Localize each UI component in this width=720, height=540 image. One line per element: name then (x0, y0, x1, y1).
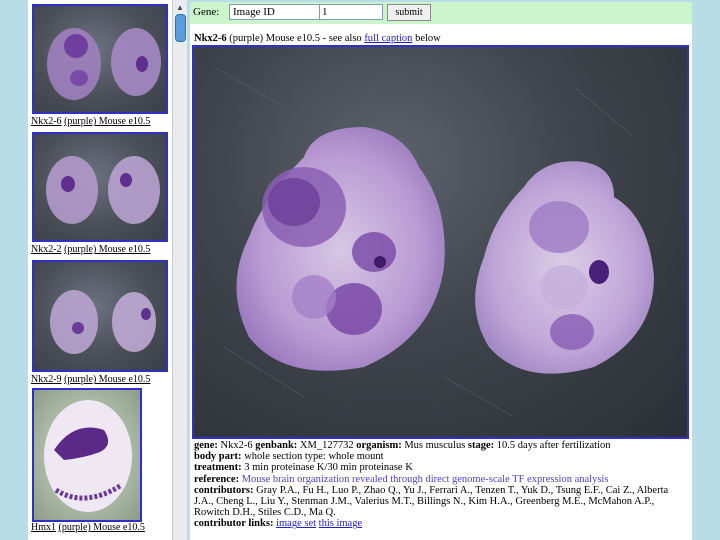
image-title-desc: (purple) Mouse e10.5 - see also (226, 33, 365, 44)
thumbnail-caption[interactable]: Nkx2-6 (purple) Mouse e10.5 (31, 116, 150, 127)
embryo-thumbnail-graphic (46, 156, 160, 224)
image-title-gene: Nkx2-6 (194, 33, 227, 44)
thumbnail-image[interactable] (32, 260, 168, 372)
image-title-after: below (412, 33, 441, 44)
embryo-thumbnail-graphic (44, 400, 132, 512)
image-set-link[interactable]: image set (276, 518, 316, 529)
scrollbar-thumb[interactable] (175, 14, 186, 42)
caption-line-body-part: body part: whole section type: whole mou… (194, 451, 384, 463)
embryo-thumbnail-graphic (47, 28, 161, 100)
caption-line-gene: gene: Nkx2-6 genbank: XM_127732 organism… (194, 440, 611, 451)
thumbnail-gene-link[interactable]: Nkx2-9 (31, 374, 62, 385)
thumbnail-gene-link[interactable]: Hmx1 (31, 522, 56, 533)
query-bar: Gene: Image ID ▼ 1 submit (190, 2, 692, 24)
image-title: Nkx2-6 (purple) Mouse e10.5 - see also f… (194, 33, 441, 44)
embryo-image-graphic (213, 66, 654, 418)
thumbnail-desc: (purple) Mouse e10.5 (64, 374, 151, 385)
thumbnail-image[interactable] (32, 132, 168, 242)
image-caption: gene: Nkx2-6 genbank: XM_127732 organism… (194, 440, 690, 530)
thumbnail-caption[interactable]: Nkx2-2 (purple) Mouse e10.5 (31, 244, 150, 255)
reference-link[interactable]: Mouse brain organization revealed throug… (242, 474, 609, 485)
search-type-value: Image ID (233, 6, 275, 18)
thumbnail-frame: Nkx2-6 (purple) Mouse e10.5 Nkx2-2 (purp… (28, 0, 172, 540)
thumbnail-scrollbar[interactable]: ▲ (172, 0, 187, 540)
right-margin (692, 0, 720, 540)
thumbnail-desc: (purple) Mouse e10.5 (64, 244, 151, 255)
submit-button[interactable]: submit (387, 4, 431, 21)
scroll-up-arrow-icon[interactable]: ▲ (174, 2, 186, 14)
caption-line-treatment: treatment: 3 min proteinase K/30 min pro… (194, 462, 413, 474)
thumbnail-caption[interactable]: Nkx2-9 (purple) Mouse e10.5 (31, 374, 150, 385)
embryo-thumbnail-graphic (50, 290, 156, 354)
thumbnail-gene-link[interactable]: Nkx2-2 (31, 244, 62, 255)
caption-line-reference: reference: Mouse brain organization reve… (194, 473, 609, 485)
caption-line-contributor-links: contributor links: image set this image (194, 518, 363, 530)
this-image-link[interactable]: this image (319, 518, 362, 529)
gene-label: Gene: (193, 6, 220, 18)
full-caption-link[interactable]: full caption (364, 33, 412, 44)
thumbnail-image[interactable] (32, 388, 142, 522)
thumbnail-caption[interactable]: Hmx1 (purple) Mouse e10.5 (31, 522, 145, 533)
caption-line-contributors: contributors: Gray P.A., Fu H., Luo P., … (194, 484, 669, 519)
thumbnail-desc: (purple) Mouse e10.5 (58, 522, 145, 533)
thumbnail-image[interactable] (32, 4, 168, 114)
image-id-input[interactable]: 1 (319, 4, 383, 20)
main-frame: Gene: Image ID ▼ 1 submit Nkx2-6 (purple… (190, 2, 692, 540)
thumbnail-desc: (purple) Mouse e10.5 (64, 116, 151, 127)
main-embryo-image (192, 45, 689, 439)
thumbnail-gene-link[interactable]: Nkx2-6 (31, 116, 62, 127)
